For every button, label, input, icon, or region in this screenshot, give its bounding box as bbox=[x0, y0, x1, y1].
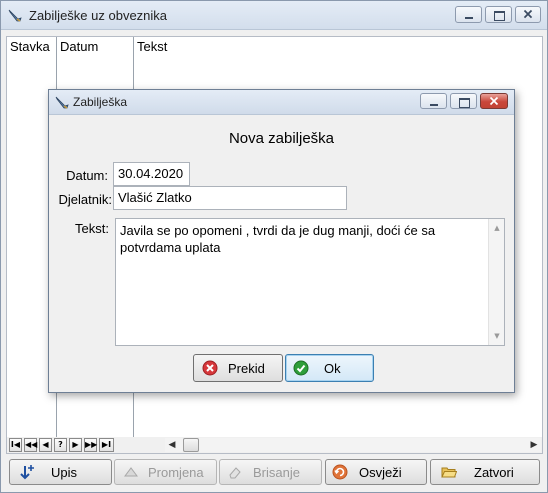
zatvori-label: Zatvori bbox=[474, 465, 514, 480]
pen-app-icon bbox=[55, 96, 69, 109]
main-window: Zabilješke uz obveznika Stavka Datum Tek… bbox=[0, 0, 548, 493]
last-record-button[interactable]: ▶I bbox=[99, 438, 114, 452]
scroll-thumb[interactable] bbox=[183, 438, 199, 452]
brisanje-button[interactable]: Brisanje bbox=[219, 459, 322, 485]
edit-record-icon bbox=[124, 467, 138, 477]
record-navigator: I◀ ◀◀ ◀ ? ▶ ▶▶ ▶I ◀ ▶ bbox=[6, 437, 543, 454]
grid-header: Stavka Datum Tekst bbox=[7, 37, 542, 56]
folder-icon bbox=[441, 467, 457, 478]
note-dialog: Zabilješka Nova zabilješka Datum: 30.04.… bbox=[48, 89, 515, 393]
first-record-button[interactable]: I◀ bbox=[9, 438, 22, 452]
promjena-button[interactable]: Promjena bbox=[114, 459, 217, 485]
column-header-stavka[interactable]: Stavka bbox=[10, 39, 50, 54]
maximize-button[interactable] bbox=[485, 6, 512, 23]
search-record-button[interactable]: ? bbox=[54, 438, 67, 452]
osvjezi-button[interactable]: Osvježi bbox=[325, 459, 427, 485]
column-header-datum[interactable]: Datum bbox=[60, 39, 98, 54]
add-record-icon bbox=[20, 465, 34, 480]
prekid-button[interactable]: Prekid bbox=[193, 354, 283, 382]
dialog-heading: Nova zabilješka bbox=[228, 130, 335, 147]
djelatnik-label: Djelatnik: bbox=[58, 192, 112, 207]
window-title: Zabilješke uz obveznika bbox=[29, 8, 168, 23]
horizontal-scrollbar[interactable]: ◀ ▶ bbox=[165, 438, 541, 452]
scroll-left-icon[interactable]: ◀ bbox=[165, 438, 179, 452]
scroll-up-icon[interactable]: ▲ bbox=[489, 221, 505, 235]
tekst-value[interactable]: Javila se po opomeni , tvrdi da je dug m… bbox=[120, 222, 486, 256]
scroll-right-icon[interactable]: ▶ bbox=[527, 438, 541, 452]
brisanje-label: Brisanje bbox=[253, 465, 300, 480]
dialog-maximize-button[interactable] bbox=[450, 93, 477, 109]
tekst-label: Tekst: bbox=[75, 221, 109, 236]
dialog-title: Zabilješka bbox=[73, 95, 128, 109]
checkmark-icon bbox=[293, 360, 309, 376]
minimize-button[interactable] bbox=[455, 6, 482, 23]
dialog-close-button[interactable] bbox=[480, 93, 508, 109]
column-header-tekst[interactable]: Tekst bbox=[137, 39, 167, 54]
djelatnik-field[interactable]: Vlašić Zlatko bbox=[113, 186, 347, 210]
upis-button[interactable]: Upis bbox=[9, 459, 112, 485]
refresh-icon bbox=[332, 464, 348, 480]
prev-record-button[interactable]: ◀ bbox=[39, 438, 52, 452]
scroll-down-icon[interactable]: ▼ bbox=[489, 329, 505, 343]
dialog-minimize-button[interactable] bbox=[420, 93, 447, 109]
close-icon bbox=[489, 96, 499, 106]
close-icon bbox=[523, 9, 533, 19]
eraser-icon bbox=[229, 467, 241, 479]
zatvori-button[interactable]: Zatvori bbox=[430, 459, 540, 485]
datum-label: Datum: bbox=[66, 168, 108, 183]
prev-page-button[interactable]: ◀◀ bbox=[24, 438, 37, 452]
memo-vertical-scrollbar[interactable]: ▲ ▼ bbox=[488, 219, 504, 345]
promjena-label: Promjena bbox=[148, 465, 204, 480]
tekst-memo[interactable]: Javila se po opomeni , tvrdi da je dug m… bbox=[115, 218, 505, 346]
datum-field[interactable]: 30.04.2020 bbox=[113, 162, 190, 186]
osvjezi-label: Osvježi bbox=[359, 465, 402, 480]
next-page-button[interactable]: ▶▶ bbox=[84, 438, 97, 452]
ok-button[interactable]: Ok bbox=[285, 354, 374, 382]
title-bar[interactable]: Zabilješke uz obveznika bbox=[1, 1, 547, 30]
ok-label: Ok bbox=[324, 361, 341, 376]
prekid-label: Prekid bbox=[228, 361, 265, 376]
upis-label: Upis bbox=[51, 465, 78, 480]
dialog-title-bar[interactable]: Zabilješka bbox=[49, 90, 514, 115]
cancel-icon bbox=[202, 360, 218, 376]
close-button[interactable] bbox=[515, 6, 541, 23]
next-record-button[interactable]: ▶ bbox=[69, 438, 82, 452]
pen-app-icon bbox=[8, 9, 22, 22]
